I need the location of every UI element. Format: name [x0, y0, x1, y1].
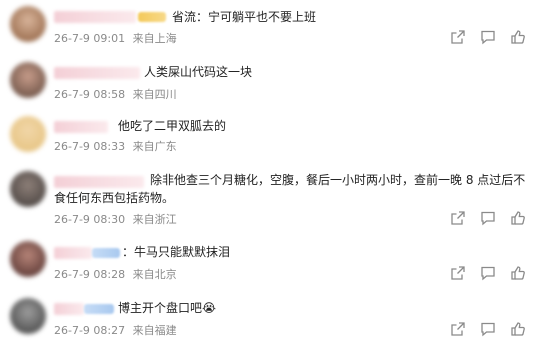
comment-timestamp: 26-7-9 09:01	[54, 32, 126, 45]
comment-text: 省流：宁可躺平也不要上班	[172, 10, 317, 24]
avatar[interactable]	[10, 62, 46, 98]
comment-location: 来自上海	[132, 32, 177, 45]
username-redacted[interactable]	[54, 247, 92, 259]
avatar[interactable]	[10, 171, 46, 207]
comment-text: 博主开个盘口吧😭	[118, 301, 217, 315]
share-icon[interactable]	[450, 265, 466, 281]
comment-timestamp: 26-7-9 08:27	[54, 324, 126, 337]
comment-meta: 26-7-9 08:28 来自北京	[54, 266, 177, 282]
comment-text: 他吃了二甲双胍去的	[118, 119, 227, 133]
share-icon[interactable]	[450, 321, 466, 337]
comment-location: 来自广东	[132, 140, 177, 153]
like-icon[interactable]	[510, 321, 526, 337]
comment-location: 来自四川	[132, 88, 177, 101]
comment-location: 来自浙江	[132, 213, 177, 226]
comment-item: 省流：宁可躺平也不要上班 26-7-9 09:01 来自上海	[0, 0, 550, 56]
comment-timestamp: 26-7-9 08:30	[54, 213, 126, 226]
comment-timestamp: 26-7-9 08:58	[54, 88, 126, 101]
username-redacted[interactable]	[54, 67, 140, 79]
comment-meta: 26-7-9 08:33 来自广东	[54, 138, 177, 154]
comment-location: 来自北京	[132, 268, 177, 281]
comment-item: 人类屎山代码这一块 26-7-9 08:58 来自四川	[0, 56, 550, 110]
comment-meta: 26-7-9 08:27 来自福建	[54, 322, 177, 338]
comment-icon[interactable]	[480, 265, 496, 281]
username-redacted[interactable]	[54, 11, 136, 23]
avatar[interactable]	[10, 116, 46, 152]
comment-location: 来自福建	[132, 324, 177, 337]
comment-item: 博主开个盘口吧😭 26-7-9 08:27 来自福建	[0, 290, 550, 349]
username-redacted[interactable]	[54, 121, 108, 133]
username-redacted[interactable]	[54, 303, 84, 315]
like-icon[interactable]	[510, 29, 526, 45]
member-badge	[138, 12, 166, 22]
comment-meta: 26-7-9 08:30 来自浙江	[54, 211, 177, 227]
comment-text: 人类屎山代码这一块	[144, 65, 253, 79]
comment-timestamp: 26-7-9 08:33	[54, 140, 126, 153]
comment-item: 除非他查三个月糖化，空腹，餐后一小时两小时，查前一晚 8 点过后不食任何东西包括…	[0, 165, 550, 235]
comment-text: ：牛马只能默默抹泪	[122, 245, 231, 259]
avatar[interactable]	[10, 6, 46, 42]
avatar[interactable]	[10, 241, 46, 277]
share-icon[interactable]	[450, 210, 466, 226]
comment-meta: 26-7-9 08:58 来自四川	[54, 86, 177, 102]
comment-item: 他吃了二甲双胍去的 26-7-9 08:33 来自广东	[0, 110, 550, 165]
comment-icon[interactable]	[480, 321, 496, 337]
comment-text: 除非他查三个月糖化，空腹，餐后一小时两小时，查前一晚 8 点过后不食任何东西包括…	[54, 173, 526, 205]
comment-icon[interactable]	[480, 210, 496, 226]
like-icon[interactable]	[510, 265, 526, 281]
comment-item: ：牛马只能默默抹泪 26-7-9 08:28 来自北京	[0, 235, 550, 290]
comment-icon[interactable]	[480, 29, 496, 45]
member-badge	[84, 304, 114, 314]
comment-meta: 26-7-9 09:01 来自上海	[54, 30, 177, 46]
share-icon[interactable]	[450, 29, 466, 45]
like-icon[interactable]	[510, 210, 526, 226]
avatar[interactable]	[10, 298, 46, 334]
member-badge	[92, 248, 120, 258]
comment-timestamp: 26-7-9 08:28	[54, 268, 126, 281]
